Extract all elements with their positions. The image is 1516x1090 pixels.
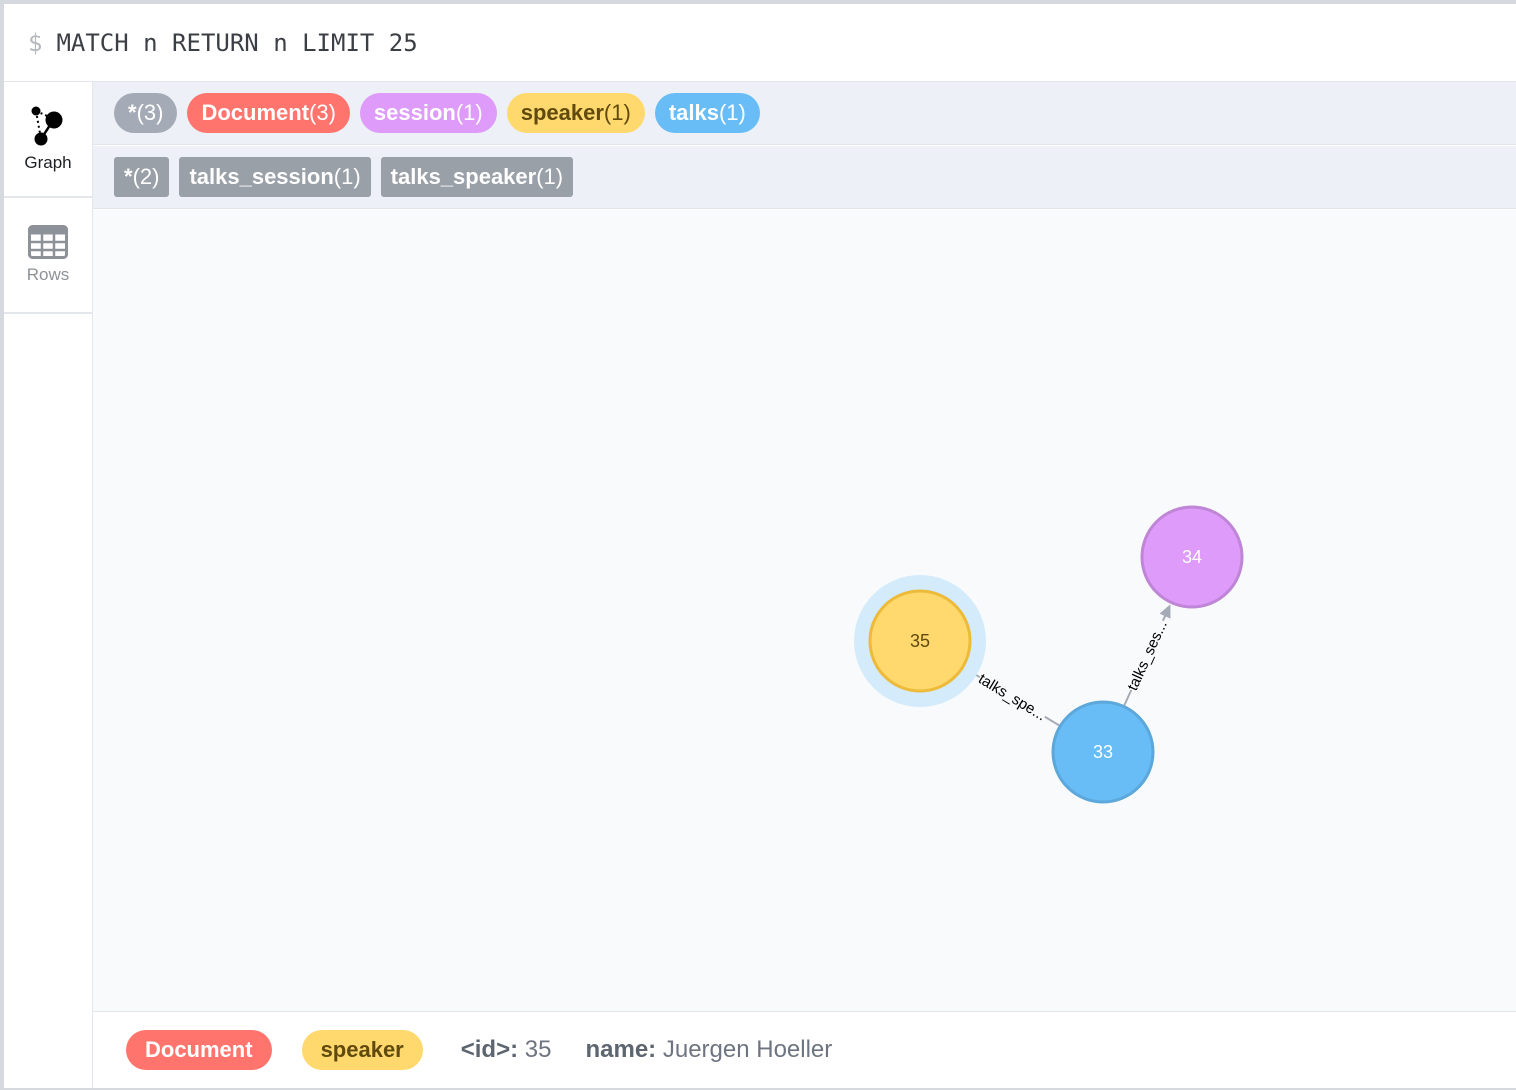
view-tabs: Graph Rows: [4, 82, 93, 1088]
property-value: Juergen Hoeller: [662, 1036, 833, 1063]
graph-icon: [31, 106, 63, 146]
tab-graph-label: Graph: [24, 153, 72, 172]
legend-rel-name: talks_speaker: [390, 164, 537, 189]
property-key: name:: [585, 1036, 657, 1063]
legend-label-speaker[interactable]: speaker (1): [506, 93, 645, 133]
node-caption: 34: [1182, 547, 1202, 567]
property-id: <id>: 35: [461, 1036, 552, 1064]
graph-svg[interactable]: talks_spe... talks_ses... 35 34 33: [93, 210, 1516, 1012]
query-text[interactable]: MATCH n RETURN n LIMIT 25: [56, 29, 417, 57]
relationship-caption: talks_spe...: [975, 671, 1049, 725]
query-bar[interactable]: $ MATCH n RETURN n LIMIT 25: [4, 4, 1516, 82]
node-34[interactable]: 34: [1140, 505, 1244, 609]
legend-rel-talks-session[interactable]: talks_session (1): [179, 157, 371, 197]
tab-graph[interactable]: Graph: [4, 82, 92, 198]
legend-rel-talks-speaker[interactable]: talks_speaker (1): [380, 157, 574, 197]
graph-canvas[interactable]: talks_spe... talks_ses... 35 34 33: [93, 210, 1516, 1012]
node-33[interactable]: 33: [1051, 700, 1155, 804]
result-frame: $ MATCH n RETURN n LIMIT 25 Graph Rows *…: [4, 4, 1516, 1088]
node-caption: 35: [910, 631, 930, 651]
property-key: <id>:: [460, 1036, 519, 1063]
legend-label-name: session: [373, 100, 456, 125]
relationship-33-35[interactable]: talks_spe...: [964, 667, 1061, 727]
legend-label-count: (1): [718, 100, 746, 125]
legend-label-name: Document: [201, 100, 310, 125]
property-name: name: Juergen Hoeller: [585, 1036, 832, 1064]
legend-label-all[interactable]: * (3): [114, 93, 178, 133]
legend-label-count: (3): [136, 100, 164, 125]
legend-label-name: *: [128, 100, 137, 125]
selected-label-document[interactable]: Document: [126, 1030, 272, 1070]
table-icon: [28, 225, 68, 259]
node-caption: 33: [1093, 742, 1113, 762]
tab-rows[interactable]: Rows: [4, 198, 92, 314]
node-35[interactable]: 35: [854, 575, 986, 707]
legend-label-talks[interactable]: talks (1): [654, 93, 760, 133]
relationship-type-legend: * (2) talks_session (1) talks_speaker (1): [93, 146, 1516, 209]
legend-rel-count: (2): [132, 164, 160, 189]
tab-rows-label: Rows: [26, 265, 70, 284]
legend-label-count: (3): [309, 100, 336, 125]
legend-label-name: speaker: [520, 100, 604, 125]
legend-rel-name: talks_session: [189, 164, 334, 189]
legend-label-count: (1): [455, 100, 483, 125]
relationship-33-34[interactable]: talks_ses...: [1122, 604, 1171, 707]
legend-label-document[interactable]: Document (3): [187, 93, 350, 133]
node-label-legend: * (3) Document (3) session (1) speaker (1) t…: [93, 82, 1516, 145]
selected-label-speaker[interactable]: speaker: [301, 1030, 423, 1070]
selection-inspector: Document speaker <id>: 35 name: Juergen …: [93, 1011, 1516, 1088]
legend-label-name: talks: [668, 100, 719, 125]
property-value: 35: [524, 1036, 552, 1063]
prompt-symbol: $: [28, 28, 43, 57]
legend-rel-name: *: [124, 164, 133, 189]
legend-label-count: (1): [603, 100, 631, 125]
legend-rel-count: (1): [536, 164, 564, 189]
relationship-caption: talks_ses...: [1124, 618, 1171, 693]
legend-rel-count: (1): [333, 164, 361, 189]
legend-rel-all[interactable]: * (2): [114, 157, 170, 197]
legend-label-session[interactable]: session (1): [359, 93, 497, 133]
